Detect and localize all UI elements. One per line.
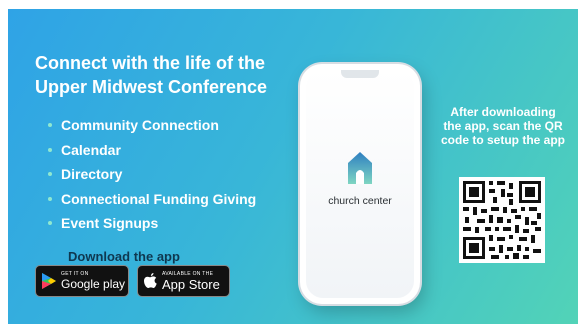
feature-label: Connectional Funding Giving <box>61 190 257 207</box>
feature-item: Community Connection <box>48 113 256 138</box>
badge-small-text: AVAILABLE ON THE <box>162 270 214 277</box>
download-label: Download the app <box>68 249 180 264</box>
headline: Connect with the life of the Upper Midwe… <box>35 53 268 97</box>
feature-item: Directory <box>48 162 256 187</box>
church-center-logo-icon <box>348 152 372 189</box>
qr-caption: After downloading the app, scan the QR c… <box>440 105 565 147</box>
bullet-icon <box>48 147 52 152</box>
bullet-icon <box>48 196 52 201</box>
phone-screen: church center <box>306 70 414 298</box>
google-play-badge[interactable]: GET IT ON Google play <box>35 265 129 297</box>
feature-label: Event Signups <box>61 215 159 232</box>
apple-icon <box>144 273 157 289</box>
feature-item: Event Signups <box>48 211 256 236</box>
bullet-icon <box>48 123 52 128</box>
app-store-badge[interactable]: AVAILABLE ON THE App Store <box>137 265 230 297</box>
qr-code <box>459 177 545 263</box>
feature-item: Calendar <box>48 138 256 163</box>
google-play-icon <box>42 273 56 289</box>
feature-label: Community Connection <box>61 117 219 134</box>
badge-big-text: App Store <box>162 276 220 292</box>
feature-label: Directory <box>61 166 123 183</box>
feature-label: Calendar <box>61 141 121 158</box>
phone-notch <box>341 70 379 78</box>
feature-list: Community Connection Calendar Directory … <box>48 113 256 236</box>
promo-banner: Connect with the life of the Upper Midwe… <box>8 9 578 324</box>
app-name: church center <box>328 195 392 207</box>
phone-mockup: church center <box>300 64 420 304</box>
bullet-icon <box>48 221 52 226</box>
bullet-icon <box>48 172 52 177</box>
feature-item: Connectional Funding Giving <box>48 187 256 212</box>
badge-big-text: Google play <box>61 277 126 291</box>
